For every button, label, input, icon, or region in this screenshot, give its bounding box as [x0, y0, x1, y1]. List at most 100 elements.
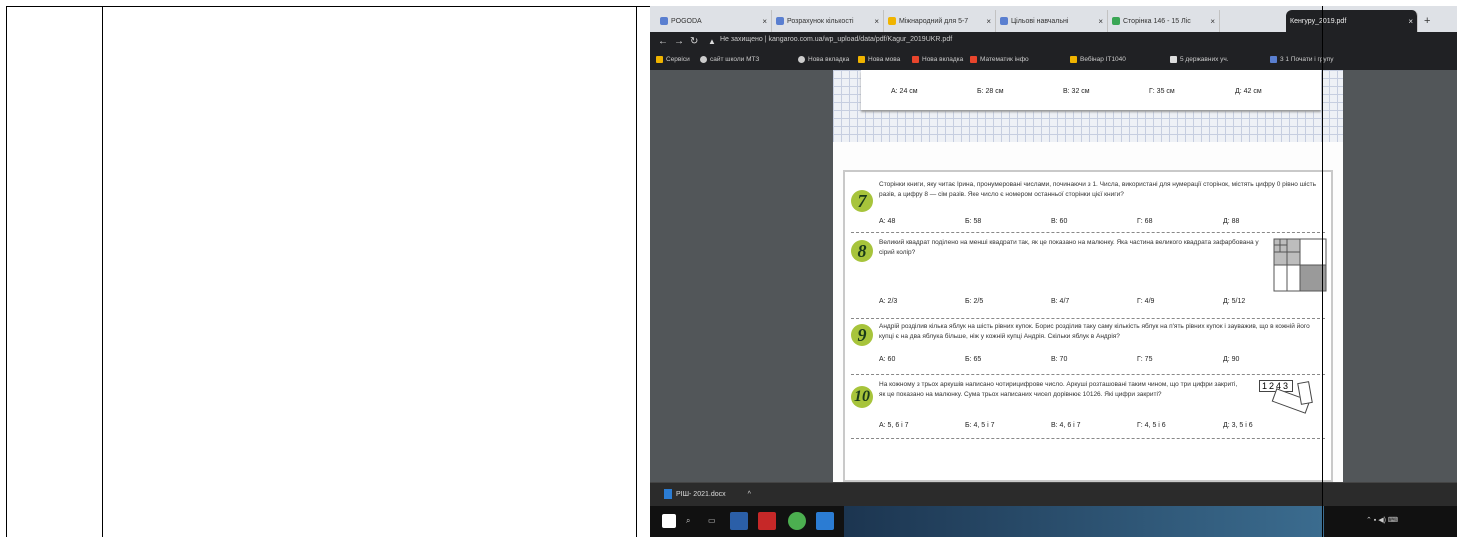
- bookmark-item[interactable]: Математик інфо: [970, 56, 1029, 63]
- divider: [851, 374, 1325, 375]
- new-tab-button[interactable]: +: [1420, 10, 1444, 32]
- answer-option: Б: 2/5: [965, 298, 984, 305]
- browser-tab-active[interactable]: Кенгуру_2019.pdf ×: [1286, 10, 1418, 32]
- answer-option: В: 60: [1051, 218, 1068, 225]
- chrome-icon[interactable]: [788, 512, 806, 530]
- tab-favicon-icon: [1000, 17, 1008, 25]
- address-bar: ← → ↻ ▲ Не захищено | kangaroo.com.ua/wp…: [650, 32, 1457, 52]
- bookmark-item[interactable]: Вебінар ІТ1040: [1070, 56, 1126, 63]
- divider: [851, 438, 1325, 439]
- close-icon[interactable]: ×: [874, 17, 879, 26]
- bookmark-item[interactable]: 3 1 Почати і групу: [1270, 56, 1333, 63]
- question-text: Андрій розділив кілька яблук на шість рі…: [879, 323, 1310, 340]
- browser-tab[interactable]: Розрахунок кількості ×: [772, 10, 884, 32]
- answer-option: А: 5, 6 і 7: [879, 422, 909, 429]
- answer-option: Г: 68: [1137, 218, 1153, 225]
- previous-question-card: А: 24 см Б: 28 см В: 32 см Г: 35 см Д: 4…: [861, 70, 1321, 110]
- bookmark-label: 5 державних уч.: [1180, 56, 1229, 63]
- squares-figure: [1273, 238, 1327, 292]
- number-cards-figure: 1243: [1259, 380, 1315, 420]
- answer-option: Г: 35 см: [1149, 88, 1175, 95]
- browser-tab[interactable]: POGODA ×: [656, 10, 772, 32]
- back-icon[interactable]: ←: [658, 36, 668, 47]
- url-field[interactable]: Не захищено | kangaroo.com.ua/wp_upload/…: [720, 36, 952, 43]
- tab-favicon-icon: [1112, 17, 1120, 25]
- divider: [851, 318, 1325, 319]
- bookmark-label: 3 1 Почати і групу: [1280, 56, 1334, 63]
- browser-tab-bar: POGODA × Розрахунок кількості × Міжнародни…: [650, 6, 1457, 32]
- browser-tab[interactable]: Міжнародний для 5-7 ×: [884, 10, 996, 32]
- chevron-up-icon[interactable]: ^: [748, 491, 751, 498]
- answer-option: Б: 28 см: [977, 88, 1004, 95]
- table-col-border: [1322, 6, 1323, 537]
- bookmark-item[interactable]: 5 державних уч.: [1170, 56, 1229, 63]
- file-explorer-icon[interactable]: [730, 512, 748, 530]
- answer-option: А: 24 см: [891, 88, 918, 95]
- answer-row: А: 48 Б: 58 В: 60 Г: 68 Д: 88: [879, 218, 1309, 225]
- apps-icon: [656, 56, 663, 63]
- answer-option: А: 2/3: [879, 298, 898, 305]
- answer-option: В: 4/7: [1051, 298, 1070, 305]
- close-icon[interactable]: ×: [1408, 17, 1413, 26]
- bookmark-icon: [912, 56, 919, 63]
- answer-option: Г: 4/9: [1137, 298, 1155, 305]
- bookmark-label: Нова вкладка: [808, 56, 850, 63]
- acrobat-icon[interactable]: [758, 512, 776, 530]
- taskbar-active-area: [844, 506, 1324, 537]
- bookmark-icon: [1070, 56, 1077, 63]
- tab-label: Сторінка 146 - 15 Ліс: [1123, 17, 1191, 25]
- forward-icon[interactable]: →: [674, 36, 684, 47]
- close-icon[interactable]: ×: [986, 17, 991, 26]
- answer-option: В: 32 см: [1063, 88, 1090, 95]
- answer-option: В: 4, 6 і 7: [1051, 422, 1081, 429]
- answer-option: Д: 42 см: [1235, 88, 1262, 95]
- bookmark-item[interactable]: Нова вкладка: [912, 56, 963, 63]
- pdf-page: А: 24 см Б: 28 см В: 32 см Г: 35 см Д: 4…: [833, 70, 1343, 482]
- pdf-viewer[interactable]: А: 24 см Б: 28 см В: 32 см Г: 35 см Д: 4…: [650, 70, 1457, 482]
- close-icon[interactable]: ×: [1210, 17, 1215, 26]
- tab-favicon-icon: [660, 17, 668, 25]
- answer-row: А: 2/3 Б: 2/5 В: 4/7 Г: 4/9 Д: 5/12: [879, 298, 1309, 305]
- table-col-border: [102, 6, 103, 537]
- answer-option: Б: 65: [965, 356, 982, 363]
- divider: [851, 232, 1325, 233]
- task-view-icon[interactable]: ▭: [708, 516, 716, 525]
- bookmark-label: сайт школи МТЗ: [710, 56, 760, 63]
- close-icon[interactable]: ×: [1098, 17, 1103, 26]
- question-text: Великий квадрат поділено на менші квадра…: [879, 239, 1259, 256]
- system-tray-icons[interactable]: ⌃ ▪ ◀) ⌨: [1366, 516, 1398, 524]
- bookmark-icon: [970, 56, 977, 63]
- question-number: 10: [851, 386, 873, 408]
- question-number: 7: [851, 190, 873, 212]
- windows-start-icon[interactable]: [662, 514, 676, 528]
- globe-icon: [700, 56, 707, 63]
- bookmarks-bar: Сервіси сайт школи МТЗ Нова вкладка Нова…: [650, 52, 1457, 71]
- question-text: На кожному з трьох аркушів написано чоти…: [879, 381, 1238, 398]
- browser-tab[interactable]: Цільові навчальні ×: [996, 10, 1108, 32]
- questions-panel: 7 Сторінки книги, яку читає Ірина, прону…: [843, 170, 1333, 482]
- warning-icon: ▲: [708, 37, 716, 46]
- bookmark-label: Сервіси: [666, 56, 690, 63]
- tab-label: Міжнародний для 5-7: [899, 17, 969, 25]
- answer-option: Б: 4, 5 і 7: [965, 422, 995, 429]
- bookmark-item[interactable]: сайт школи МТЗ: [700, 56, 759, 63]
- close-icon[interactable]: ×: [762, 17, 767, 26]
- table-col-border: [6, 6, 7, 537]
- answer-option: Д: 3, 5 і 6: [1223, 422, 1253, 429]
- browser-tab[interactable]: Сторінка 146 - 15 Ліс ×: [1108, 10, 1220, 32]
- embedded-screenshot: POGODA × Розрахунок кількості × Міжнародни…: [650, 6, 1457, 537]
- bookmark-item[interactable]: Сервіси: [656, 56, 690, 63]
- word-icon[interactable]: [816, 512, 834, 530]
- word-file-icon: [664, 489, 672, 499]
- question-number: 9: [851, 324, 873, 346]
- reload-icon[interactable]: ↻: [690, 36, 698, 47]
- answer-option: Д: 90: [1223, 356, 1240, 363]
- table-col-border: [636, 6, 637, 537]
- bookmark-item[interactable]: Нова мова: [858, 56, 900, 63]
- download-filename: РІШ- 2021.docx: [676, 490, 726, 498]
- url-text: kangaroo.com.ua/wp_upload/data/pdf/Kagur…: [768, 36, 953, 43]
- bookmark-item[interactable]: Нова вкладка: [798, 56, 849, 63]
- number-card: [1297, 381, 1313, 405]
- search-icon[interactable]: ⌕: [686, 516, 690, 526]
- download-item[interactable]: РІШ- 2021.docx ^: [664, 489, 751, 499]
